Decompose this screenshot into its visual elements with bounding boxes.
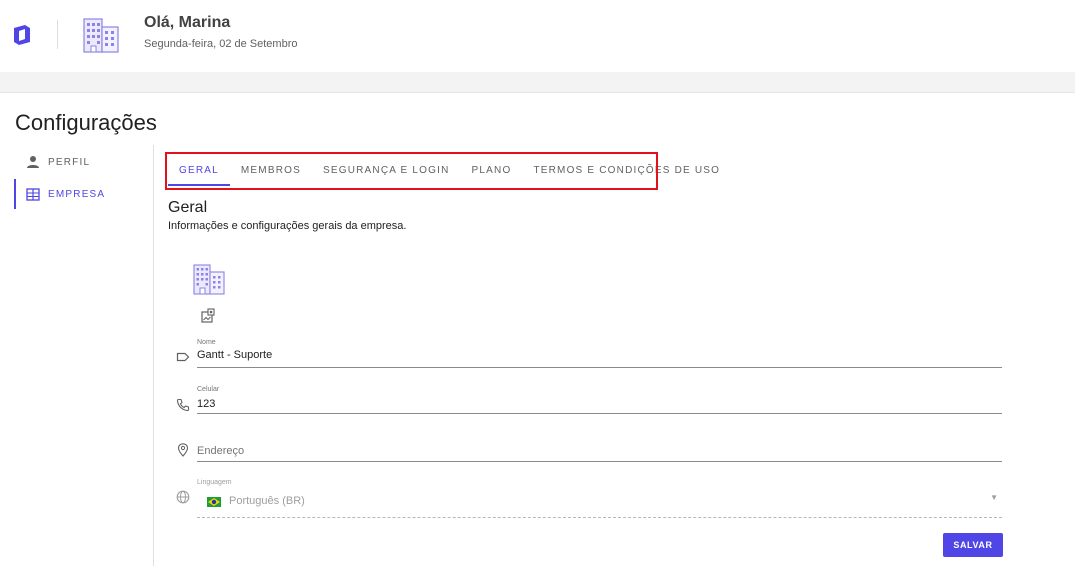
- brazil-flag-icon: [207, 497, 221, 507]
- building-icon: [26, 188, 40, 201]
- name-underline: [197, 367, 1002, 368]
- tab-geral[interactable]: GERAL: [168, 156, 230, 186]
- address-field[interactable]: [197, 444, 1002, 458]
- tab-termos[interactable]: TERMOS E CONDIÇÕES DE USO: [522, 156, 731, 185]
- sidebar-item-label: EMPRESA: [48, 188, 106, 200]
- section-description: Informações e configurações gerais da em…: [168, 220, 407, 232]
- location-pin-icon: [177, 443, 189, 457]
- company-logo-image: [193, 264, 225, 295]
- section-title: Geral: [168, 199, 208, 216]
- current-date: Segunda-feira, 02 de Setembro: [144, 38, 298, 50]
- settings-tabs: GERAL MEMBROS SEGURANÇA E LOGIN PLANO TE…: [168, 156, 731, 186]
- top-bar: Olá, Marina Segunda-feira, 02 de Setembr…: [0, 0, 1075, 72]
- sidebar-divider: [153, 145, 154, 566]
- phone-icon: [176, 398, 190, 412]
- upload-image-icon[interactable]: [200, 308, 216, 324]
- name-label: Nome: [197, 339, 216, 346]
- person-icon: [27, 156, 39, 168]
- phone-underline: [197, 413, 1002, 414]
- app-logo-icon[interactable]: [11, 24, 33, 46]
- sidebar-item-empresa[interactable]: EMPRESA: [14, 179, 146, 209]
- save-button[interactable]: SALVAR: [943, 533, 1003, 557]
- name-field[interactable]: [197, 348, 1002, 362]
- language-value: Português (BR): [229, 495, 305, 507]
- language-label: Linguagem: [197, 479, 232, 486]
- greeting: Olá, Marina: [144, 14, 231, 31]
- sidebar-item-perfil[interactable]: PERFIL: [14, 147, 144, 177]
- label-tag-icon: [176, 352, 190, 362]
- dropdown-arrow-icon[interactable]: ▼: [990, 493, 998, 502]
- page-title: Configurações: [15, 110, 157, 135]
- address-underline: [197, 461, 1002, 462]
- sidebar-item-label: PERFIL: [48, 156, 91, 168]
- phone-field[interactable]: [197, 397, 1002, 411]
- header-band: [0, 72, 1075, 93]
- company-building-icon: [83, 18, 119, 53]
- tab-membros[interactable]: MEMBROS: [230, 156, 312, 185]
- globe-icon: [176, 490, 190, 504]
- language-select[interactable]: Português (BR) ▼: [197, 490, 1002, 512]
- tab-plano[interactable]: PLANO: [461, 156, 523, 185]
- tab-seguranca-login[interactable]: SEGURANÇA E LOGIN: [312, 156, 461, 185]
- language-underline: [197, 517, 1002, 518]
- header-divider: [57, 20, 58, 49]
- phone-label: Celular: [197, 386, 220, 393]
